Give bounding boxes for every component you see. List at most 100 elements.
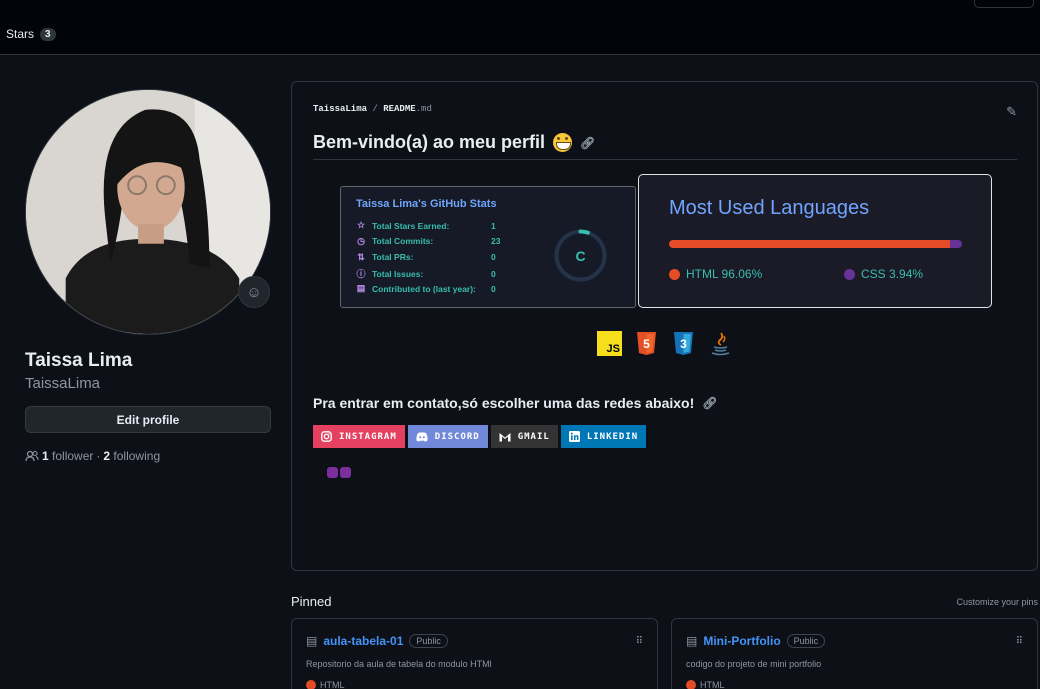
readme-owner-link[interactable]: TaissaLima [313,104,367,114]
stats-row: ◷ Total Commits: 23 [356,236,500,247]
pull-request-icon: ⇅ [357,251,365,262]
repo-language: HTML [306,680,345,689]
instagram-icon [321,431,332,442]
followers-label: follower [52,449,94,463]
tech-icons: JS 5 3 [597,331,733,356]
avatar-photo [26,90,270,334]
stats-row: ⓘ Total Issues: 0 [356,267,495,280]
language-color-dot [686,680,696,689]
tab-stars-label: Stars [6,27,35,41]
language-item-html: HTML 96.06% [669,267,762,281]
drag-handle-icon[interactable]: ⠿ [1016,636,1023,647]
language-item-css: CSS 3.94% [844,267,923,281]
languages-bar [669,240,962,248]
pencil-icon[interactable]: ✎ [1006,104,1017,120]
javascript-icon: JS [597,331,622,356]
smiley-icon: ☺ [246,283,262,301]
language-html-label: HTML 96.06% [686,267,763,281]
gmail-badge-label: GMAIL [517,431,550,442]
clock-icon: ◷ [357,235,365,246]
languages-bar-segment [950,240,962,248]
stats-row: ☆ Total Stars Earned: 1 [356,220,496,231]
stats-label: Total Stars Earned: [372,220,450,231]
contact-heading: Pra entrar em contato,só escolher uma da… [313,395,718,411]
pinned-repo-card: ▤ aula-tabela-01 Public ⠿ Repositorio da… [291,618,658,689]
repo-description: Repositorio da aula de tabela do modulo … [306,659,492,669]
readme-file-ext: .md [415,104,432,114]
following-label: following [113,449,161,463]
drag-handle-icon[interactable]: ⠿ [636,636,643,647]
language-css-label: CSS 3.94% [861,267,924,281]
gmail-icon [499,432,511,441]
stats-row: ▤ Contributed to (last year): 0 [356,283,496,294]
css-color-dot [844,268,855,280]
discord-icon [416,431,428,442]
customize-pins-link[interactable]: Customize your pins [956,597,1038,607]
heading-divider [313,159,1017,160]
grade-letter: C [575,247,586,264]
discord-badge[interactable]: DISCORD [407,425,488,448]
instagram-badge[interactable]: INSTAGRAM [313,425,405,448]
repo-language-label: HTML [320,680,345,689]
language-color-dot [306,680,316,689]
grin-emoji-icon [553,133,573,152]
anchor-link-icon[interactable]: 🔗︎ [702,396,717,410]
html-color-dot [669,268,680,280]
instagram-badge-label: INSTAGRAM [339,431,397,442]
top-navigation: Stars 3 [0,0,1040,55]
readme-heading: Bem-vindo(a) ao meu perfil 🔗︎ [313,132,595,153]
stats-value: 0 [491,252,496,263]
stars-count-badge: 3 [40,27,56,41]
social-badges: INSTAGRAM DISCORD GMAIL LINKEDIN [313,425,647,448]
stats-label: Total PRs: [372,252,414,263]
following-count: 2 [103,449,111,463]
repo-language: HTML [686,680,725,689]
tab-stars[interactable]: Stars 3 [6,27,56,41]
visibility-badge: Public [409,634,448,648]
anchor-link-icon[interactable]: 🔗︎ [580,136,595,150]
pinned-repo-header: ▤ Mini-Portfolio Public [686,634,826,648]
contact-heading-text: Pra entrar em contato,só escolher uma da… [313,395,695,411]
edit-profile-button[interactable]: Edit profile [25,406,271,433]
gmail-badge[interactable]: GMAIL [490,425,558,448]
following-link[interactable]: 2 following [103,449,160,463]
readme-breadcrumb: TaissaLima / README.md [313,104,432,114]
repo-name-link[interactable]: Mini-Portfolio [703,634,780,648]
readme-heading-text: Bem-vindo(a) ao meu perfil [313,132,546,152]
readme-file-link[interactable]: README [383,104,415,114]
html5-icon: 5 [637,332,656,355]
breadcrumb-separator: / [372,104,378,114]
discord-badge-label: DISCORD [434,431,480,442]
languages-title: Most Used Languages [669,197,870,219]
separator: · [96,449,101,463]
pinned-repo-header: ▤ aula-tabela-01 Public [306,634,448,648]
languages-bar-segment [669,240,951,248]
stats-label: Contributed to (last year): [372,283,476,294]
css3-icon: 3 [674,332,693,355]
pinned-repo-card: ▤ Mini-Portfolio Public ⠿ codigo do proj… [671,618,1038,689]
linkedin-badge-label: LINKEDIN [586,431,639,442]
top-languages-card: Most Used Languages HTML 96.06% CSS 3.94… [638,174,992,308]
followers-link[interactable]: 1 follower [42,449,93,463]
follow-stats: 1 follower · 2 following [25,449,160,463]
pinned-heading: Pinned [291,594,332,609]
set-status-button[interactable]: ☺ [238,276,270,308]
repo-icon: ▤ [686,634,698,648]
repo-name-link[interactable]: aula-tabela-01 [323,634,403,648]
stats-label: Total Commits: [372,236,434,247]
decorative-image [327,467,351,478]
star-icon: ☆ [356,220,366,230]
java-icon [711,332,730,356]
repo-icon: ▤ [356,283,366,294]
stats-value: 1 [491,220,496,231]
css3-icon-text: 3 [680,337,687,351]
html5-icon-text: 5 [643,337,650,351]
linkedin-badge[interactable]: LINKEDIN [560,425,647,448]
avatar[interactable] [25,89,271,335]
repo-language-label: HTML [700,680,725,689]
visibility-badge: Public [786,634,826,648]
header-button[interactable] [974,0,1034,8]
profile-name: Taissa Lima [25,350,133,371]
stats-value: 0 [491,283,496,294]
stats-label: Total Issues: [372,268,424,279]
